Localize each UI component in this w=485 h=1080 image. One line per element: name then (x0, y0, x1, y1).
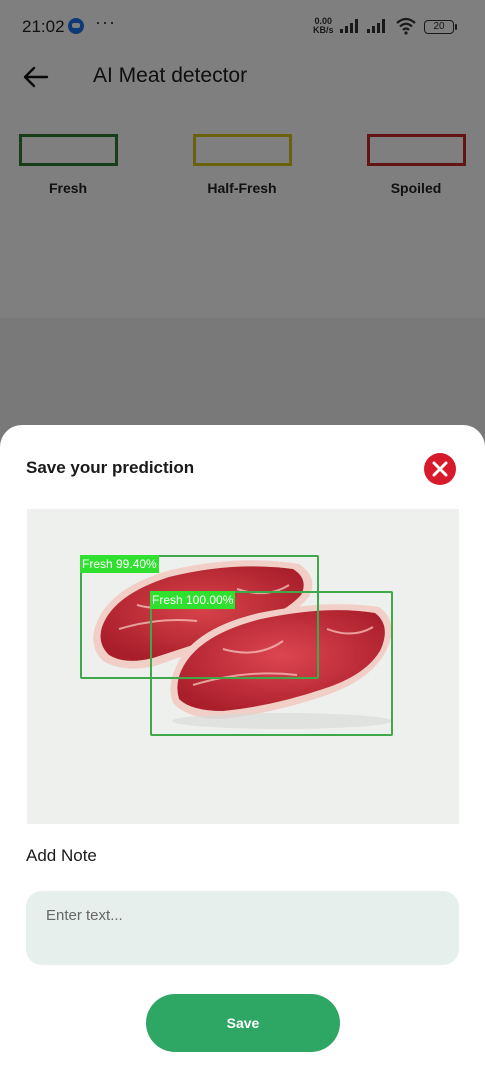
detection-label-1: Fresh 99.40% (80, 555, 159, 573)
close-icon (432, 461, 448, 477)
detection-label-2: Fresh 100.00% (150, 591, 236, 609)
close-button[interactable] (424, 453, 456, 485)
note-input[interactable] (26, 891, 459, 965)
prediction-image: Fresh 99.40% Fresh 100.00% (27, 509, 459, 824)
sheet-title: Save your prediction (26, 458, 195, 477)
detection-box-2: Fresh 100.00% (150, 591, 393, 736)
add-note-label: Add Note (26, 846, 97, 865)
save-button[interactable]: Save (146, 994, 340, 1052)
save-prediction-sheet: Save your prediction Fresh 99.40% Fresh … (0, 425, 485, 1080)
screen: 21:02 ··· 0.00 KB/s 20 (0, 0, 485, 1080)
